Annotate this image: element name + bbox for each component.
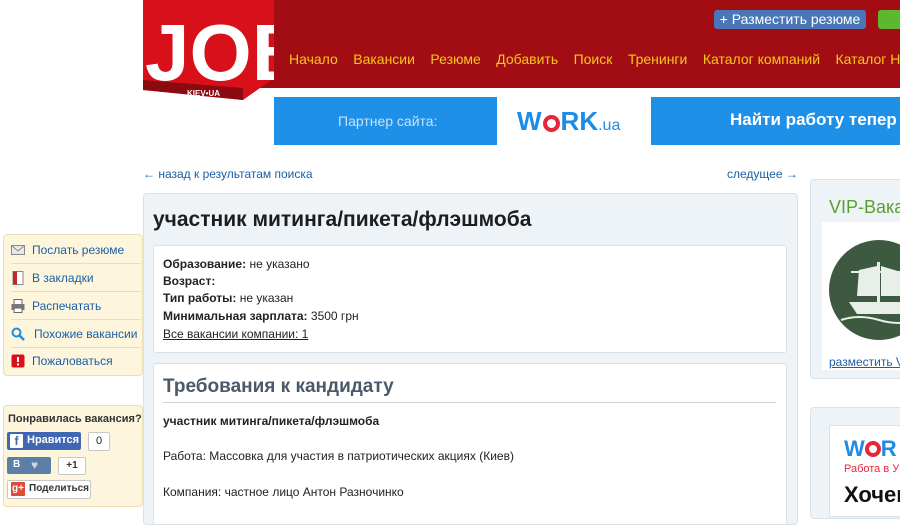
action-similar-vacancies[interactable]: Похожие вакансии xyxy=(11,321,141,348)
work-logo-w: W xyxy=(844,436,865,461)
job-title: участник митинга/пикета/флэшмоба xyxy=(153,208,531,232)
all-company-vacancies-link[interactable]: Все вакансии компании: 1 xyxy=(163,327,308,341)
main-nav: Начало Вакансии Резюме Добавить Поиск Тр… xyxy=(289,51,900,69)
partner-slogan: Найти работу тепер xyxy=(730,110,897,130)
partner-banner[interactable]: Партнер сайта: W RK.ua Найти работу тепер xyxy=(274,97,900,145)
post-resume-button[interactable]: + Разместить резюме xyxy=(714,10,866,29)
nav-trainings[interactable]: Тренинги xyxy=(628,51,688,67)
nav-resume[interactable]: Резюме xyxy=(430,51,480,67)
action-label: В закладки xyxy=(32,271,94,285)
requirements-divider xyxy=(163,402,776,403)
green-header-button[interactable] xyxy=(878,10,900,29)
gplus-share-button[interactable]: g+ Поделиться xyxy=(7,480,91,499)
partner-logo-w: W xyxy=(517,106,542,136)
work-logo-o-icon xyxy=(865,441,881,457)
nav-vacancies[interactable]: Вакансии xyxy=(353,51,415,67)
requirement-company: Компания: частное лицо Антон Разночинко xyxy=(163,485,404,499)
back-to-results-link[interactable]: ← назад к результатам поиска xyxy=(143,167,313,181)
work-logo-r: R xyxy=(881,436,897,461)
logo-subtext: KIEV•UA xyxy=(187,89,220,98)
info-age: Возраст: xyxy=(163,274,215,288)
action-label: Похожие вакансии xyxy=(34,327,137,341)
printer-icon xyxy=(11,299,25,313)
partner-logo-rk: RK xyxy=(561,106,599,136)
requirement-title: участник митинга/пикета/флэшмоба xyxy=(163,414,379,428)
requirements-heading: Требования к кандидату xyxy=(163,376,394,398)
ship-logo-icon[interactable] xyxy=(829,240,900,340)
site-logo[interactable]: JOB KIEV•UA xyxy=(143,0,274,100)
info-min-salary: Минимальная зарплата: 3500 грн xyxy=(163,309,359,323)
partner-logo: W RK.ua xyxy=(497,97,651,145)
nav-companies[interactable]: Каталог компаний xyxy=(703,51,820,67)
logo-text: JOB xyxy=(145,8,274,97)
work-ua-headline: Хочеш xyxy=(844,482,900,508)
facebook-like-count: 0 xyxy=(88,432,110,451)
info-work-type: Тип работы: не указан xyxy=(163,291,293,305)
action-label: Послать резюме xyxy=(32,243,124,257)
share-title: Понравилась вакансия? xyxy=(8,413,142,425)
actions-panel: Послать резюме В закладки Распечатать По… xyxy=(3,234,143,376)
vk-icon: В xyxy=(13,459,20,470)
vip-title: VIP-Вака xyxy=(829,197,900,218)
facebook-like-button[interactable]: f Нравится xyxy=(7,432,81,450)
action-label: Пожаловаться xyxy=(32,354,113,368)
partner-logo-o-icon xyxy=(543,115,560,132)
facebook-like-label: Нравится xyxy=(27,434,79,446)
vk-like-button[interactable]: В ♥ xyxy=(7,457,51,474)
gplus-icon: g+ xyxy=(11,482,25,496)
action-label: Распечатать xyxy=(32,299,101,313)
action-bookmark[interactable]: В закладки xyxy=(11,265,141,292)
gplus-share-label: Поделиться xyxy=(29,483,89,494)
work-ua-subtitle: Работа в У xyxy=(844,463,899,475)
search-icon xyxy=(11,327,25,341)
warning-icon xyxy=(11,354,25,368)
action-print[interactable]: Распечатать xyxy=(11,293,141,320)
bookmark-icon xyxy=(11,271,25,285)
nav-add[interactable]: Добавить xyxy=(496,51,558,67)
partner-logo-ua: .ua xyxy=(598,117,620,134)
heart-icon: ♥ xyxy=(31,458,38,472)
nav-home[interactable]: Начало xyxy=(289,51,338,67)
work-ua-logo: WR xyxy=(844,436,897,462)
nav-search[interactable]: Поиск xyxy=(574,51,613,67)
vk-like-count: +1 xyxy=(58,457,86,475)
action-send-resume[interactable]: Послать резюме xyxy=(11,237,141,264)
partner-label: Партнер сайта: xyxy=(338,113,437,129)
nav-hr-catalog[interactable]: Каталог HR-а xyxy=(836,51,900,67)
facebook-icon: f xyxy=(10,434,23,448)
mail-icon xyxy=(11,243,25,257)
post-vip-link[interactable]: разместить V xyxy=(829,355,900,369)
requirement-work: Работа: Массовка для участия в патриотич… xyxy=(163,449,514,463)
next-vacancy-link[interactable]: следущее → xyxy=(727,167,798,181)
action-report[interactable]: Пожаловаться xyxy=(11,348,141,374)
info-education: Образование: не указано xyxy=(163,257,310,271)
